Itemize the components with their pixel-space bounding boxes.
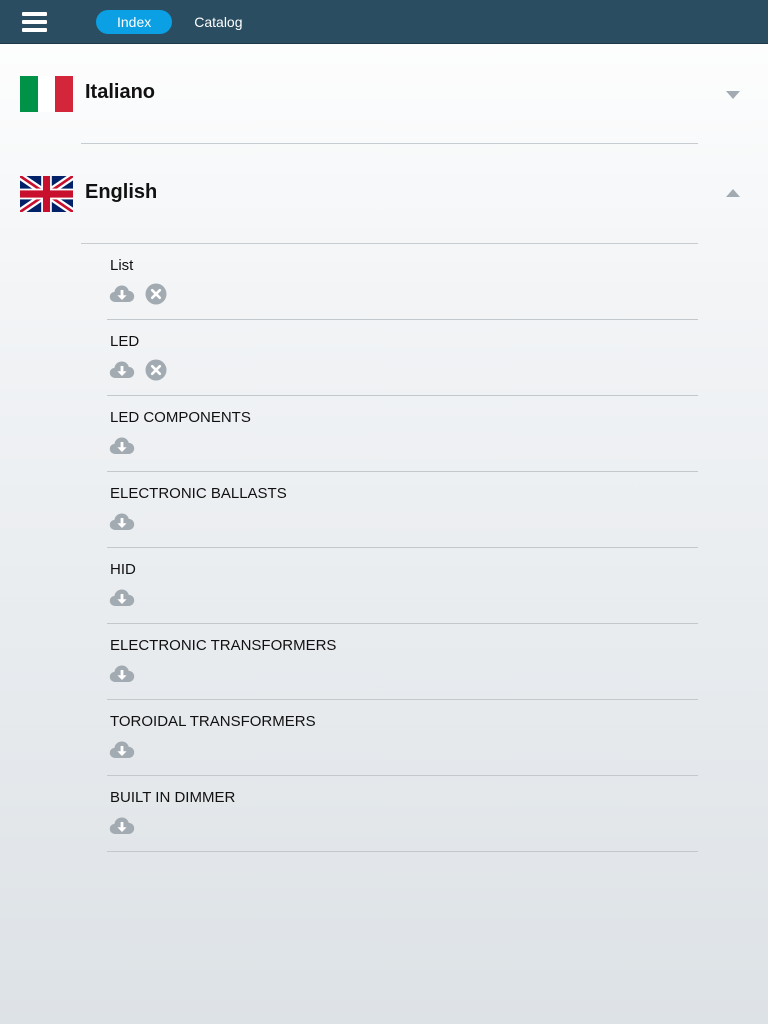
italy-flag-icon <box>20 76 73 112</box>
item-actions <box>109 587 145 609</box>
list-item[interactable]: ELECTRONIC TRANSFORMERS <box>107 624 698 700</box>
tab-catalog[interactable]: Catalog <box>173 10 263 34</box>
list-item[interactable]: ELECTRONIC BALLASTS <box>107 472 698 548</box>
remove-circle-icon[interactable] <box>145 283 167 305</box>
list-item[interactable]: LED <box>107 320 698 396</box>
remove-circle-icon[interactable] <box>145 359 167 381</box>
cloud-download-icon[interactable] <box>109 511 135 533</box>
item-name: ELECTRONIC BALLASTS <box>110 485 287 502</box>
item-name: ELECTRONIC TRANSFORMERS <box>110 637 337 654</box>
hamburger-menu-icon[interactable] <box>22 11 48 33</box>
language-header-italiano[interactable]: Italiano <box>0 44 768 143</box>
cloud-download-icon[interactable] <box>109 587 135 609</box>
item-name: LED COMPONENTS <box>110 409 251 426</box>
item-name: TOROIDAL TRANSFORMERS <box>110 713 316 730</box>
item-actions <box>109 739 145 761</box>
item-actions <box>109 283 177 305</box>
item-name: HID <box>110 561 136 578</box>
cloud-download-icon[interactable] <box>109 435 135 457</box>
item-name: BUILT IN DIMMER <box>110 789 236 806</box>
language-name: Italiano <box>85 81 156 103</box>
chevron-down-icon[interactable] <box>726 91 740 99</box>
list-item[interactable]: List <box>107 244 698 320</box>
language-name: English <box>85 181 158 203</box>
tab-index[interactable]: Index <box>96 10 173 34</box>
item-actions <box>109 511 145 533</box>
item-actions <box>109 359 177 381</box>
cloud-download-icon[interactable] <box>109 739 135 761</box>
cloud-download-icon[interactable] <box>109 815 135 837</box>
language-section-english: English <box>0 144 768 244</box>
item-actions <box>109 815 145 837</box>
list-item[interactable]: TOROIDAL TRANSFORMERS <box>107 700 698 776</box>
list-item[interactable]: BUILT IN DIMMER <box>107 776 698 852</box>
item-name: LED <box>110 333 140 350</box>
catalog-list: List LED LED COMPONENTS ELECTRONIC BALLASTS… <box>107 244 698 852</box>
item-actions <box>109 435 145 457</box>
cloud-download-icon[interactable] <box>109 663 135 685</box>
language-section-italiano: Italiano <box>0 44 768 144</box>
list-item[interactable]: LED COMPONENTS <box>107 396 698 472</box>
item-actions <box>109 663 145 685</box>
language-header-english[interactable]: English <box>0 144 768 243</box>
tab-bar: Index Catalog <box>96 10 265 34</box>
cloud-download-icon[interactable] <box>109 359 135 381</box>
list-item[interactable]: HID <box>107 548 698 624</box>
item-name: List <box>110 257 134 274</box>
top-navigation-bar: Index Catalog <box>0 0 768 44</box>
cloud-download-icon[interactable] <box>109 283 135 305</box>
uk-flag-icon <box>20 176 73 212</box>
chevron-up-icon[interactable] <box>726 189 740 197</box>
